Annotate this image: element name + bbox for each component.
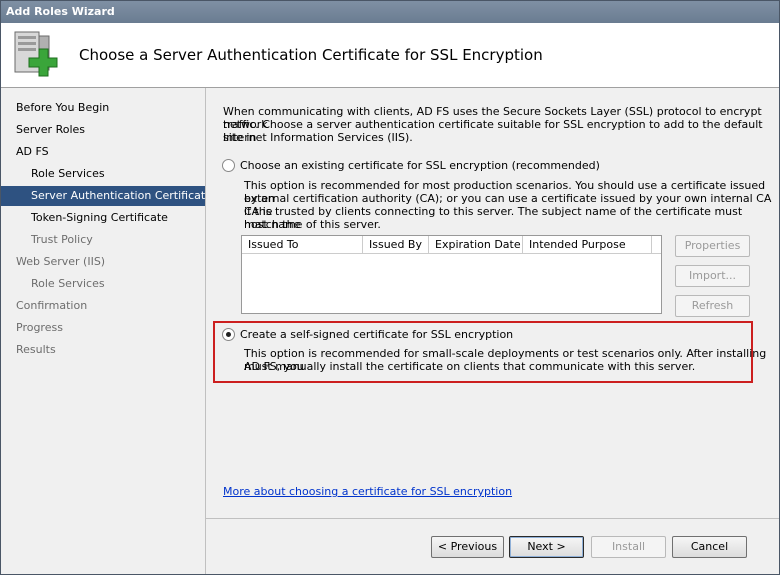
certificate-list[interactable]: Issued To Issued By Expiration Date Inte… [241, 235, 662, 314]
wizard-nav: Before You Begin Server Roles AD FS Role… [1, 88, 212, 574]
nav-label: Confirmation [16, 299, 88, 312]
col-issued-to[interactable]: Issued To [242, 236, 363, 253]
install-button[interactable]: Install [591, 536, 666, 558]
nav-item-progress: Progress [1, 318, 205, 338]
nav-item-iis-role-services: Role Services [1, 274, 205, 294]
self-signed-cert-radio[interactable] [222, 328, 235, 341]
refresh-button[interactable]: Refresh [675, 295, 750, 317]
nav-item-before-you-begin[interactable]: Before You Begin [1, 98, 205, 118]
help-link[interactable]: More about choosing a certificate for SS… [223, 485, 512, 498]
next-button[interactable]: Next > [509, 536, 584, 558]
cancel-button[interactable]: Cancel [672, 536, 747, 558]
col-issued-by[interactable]: Issued By [363, 236, 429, 253]
col-intended-purpose[interactable]: Intended Purpose [523, 236, 652, 253]
nav-item-trust-policy: Trust Policy [1, 230, 205, 250]
existing-cert-desc-4: host name of this server. [244, 218, 381, 231]
nav-label: Results [16, 343, 56, 356]
intro-line-3: Internet Information Services (IIS). [223, 131, 413, 144]
nav-item-server-auth-cert[interactable]: Server Authentication Certificate [1, 186, 212, 206]
nav-label: Token-Signing Certificate [31, 211, 168, 224]
nav-item-results: Results [1, 340, 205, 360]
page-title: Choose a Server Authentication Certifica… [79, 46, 543, 64]
server-add-icon [14, 31, 58, 77]
properties-button[interactable]: Properties [675, 235, 750, 257]
title-bar[interactable]: Add Roles Wizard [1, 1, 779, 23]
nav-label: Role Services [31, 277, 105, 290]
certificate-list-header: Issued To Issued By Expiration Date Inte… [242, 236, 661, 254]
nav-item-server-roles[interactable]: Server Roles [1, 120, 205, 140]
import-button[interactable]: Import... [675, 265, 750, 287]
nav-item-token-signing-cert[interactable]: Token-Signing Certificate [1, 208, 205, 228]
self-signed-desc-2: must manually install the certificate on… [244, 360, 696, 373]
nav-label: Progress [16, 321, 63, 334]
nav-label: Trust Policy [31, 233, 93, 246]
nav-label: Before You Begin [16, 101, 110, 114]
nav-item-web-server-iis: Web Server (IIS) [1, 252, 205, 272]
previous-button[interactable]: < Previous [431, 536, 504, 558]
nav-item-confirmation: Confirmation [1, 296, 205, 316]
nav-label: Server Roles [16, 123, 86, 136]
nav-label: Web Server (IIS) [16, 255, 106, 268]
window-title: Add Roles Wizard [6, 5, 115, 18]
nav-label: AD FS [16, 145, 49, 158]
wizard-header: Choose a Server Authentication Certifica… [1, 23, 779, 88]
nav-item-ad-fs[interactable]: AD FS [1, 142, 205, 162]
wizard-window: Add Roles Wizard Choose a Server Authent… [0, 0, 780, 575]
nav-label: Server Authentication Certificate [31, 189, 212, 202]
self-signed-cert-label[interactable]: Create a self-signed certificate for SSL… [240, 328, 513, 341]
existing-cert-radio[interactable] [222, 159, 235, 172]
existing-cert-label[interactable]: Choose an existing certificate for SSL e… [240, 159, 600, 172]
nav-label: Role Services [31, 167, 105, 180]
nav-item-role-services[interactable]: Role Services [1, 164, 205, 184]
col-expiration-date[interactable]: Expiration Date [429, 236, 523, 253]
